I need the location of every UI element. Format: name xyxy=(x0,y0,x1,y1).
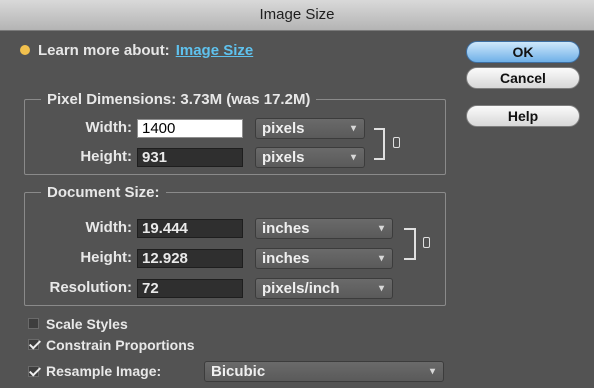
pixel-dimensions-legend: Pixel Dimensions: 3.73M (was 17.2M) xyxy=(47,91,311,108)
pixel-width-unit-select[interactable]: pixels ▾ xyxy=(255,118,365,139)
pixel-width-input[interactable]: 1400 xyxy=(137,119,243,138)
resample-image-checkbox[interactable] xyxy=(28,366,39,377)
doc-width-unit-select[interactable]: inches ▾ xyxy=(255,218,393,239)
chevron-down-icon: ▾ xyxy=(378,223,384,234)
pixel-height-unit-select[interactable]: pixels ▾ xyxy=(255,147,365,168)
window-title: Image Size xyxy=(0,0,594,31)
doc-height-unit: inches xyxy=(262,250,310,267)
doc-height-unit-select[interactable]: inches ▾ xyxy=(255,248,393,269)
resample-image-label: Resample Image: xyxy=(46,363,162,379)
chevron-down-icon: ▾ xyxy=(350,123,356,134)
chevron-down-icon: ▾ xyxy=(350,152,356,163)
resample-method-select[interactable]: Bicubic ▾ xyxy=(204,361,444,382)
doc-width-input[interactable]: 19.444 xyxy=(137,219,243,238)
pixel-width-unit: pixels xyxy=(262,120,305,137)
doc-width-label: Width: xyxy=(85,219,132,236)
learn-more-label: Learn more about: xyxy=(38,42,170,59)
pixel-height-label: Height: xyxy=(80,148,132,165)
chevron-down-icon: ▾ xyxy=(378,283,384,294)
chain-link-icon xyxy=(393,137,400,148)
ok-button[interactable]: OK xyxy=(466,41,580,63)
pixel-width-label: Width: xyxy=(85,119,132,136)
resolution-unit-select[interactable]: pixels/inch ▾ xyxy=(255,278,393,299)
document-size-legend: Document Size: xyxy=(47,184,160,201)
resolution-label: Resolution: xyxy=(49,279,133,296)
chevron-down-icon: ▾ xyxy=(378,253,384,264)
image-size-dialog: Image Size Learn more about: Image Size O… xyxy=(0,0,594,388)
pixel-height-input[interactable]: 931 xyxy=(137,148,243,167)
resample-method: Bicubic xyxy=(211,363,266,380)
cancel-button[interactable]: Cancel xyxy=(466,67,580,89)
chain-link-icon xyxy=(423,237,430,248)
help-button[interactable]: Help xyxy=(466,105,580,127)
doc-width-unit: inches xyxy=(262,220,310,237)
scale-styles-label: Scale Styles xyxy=(46,316,128,332)
pixel-link-bracket xyxy=(374,128,385,160)
resolution-unit: pixels/inch xyxy=(262,280,340,297)
learn-more: Learn more about: Image Size xyxy=(20,42,253,59)
pixel-height-unit: pixels xyxy=(262,149,305,166)
chevron-down-icon: ▾ xyxy=(429,366,435,377)
lightbulb-icon xyxy=(20,45,30,55)
doc-height-input[interactable]: 12.928 xyxy=(137,249,243,268)
doc-height-label: Height: xyxy=(80,249,132,266)
learn-more-link[interactable]: Image Size xyxy=(176,42,254,59)
document-link-bracket xyxy=(404,228,416,260)
resolution-input[interactable]: 72 xyxy=(137,279,243,298)
scale-styles-checkbox[interactable] xyxy=(28,318,39,329)
constrain-proportions-label: Constrain Proportions xyxy=(46,337,195,353)
constrain-proportions-checkbox[interactable] xyxy=(28,339,39,350)
